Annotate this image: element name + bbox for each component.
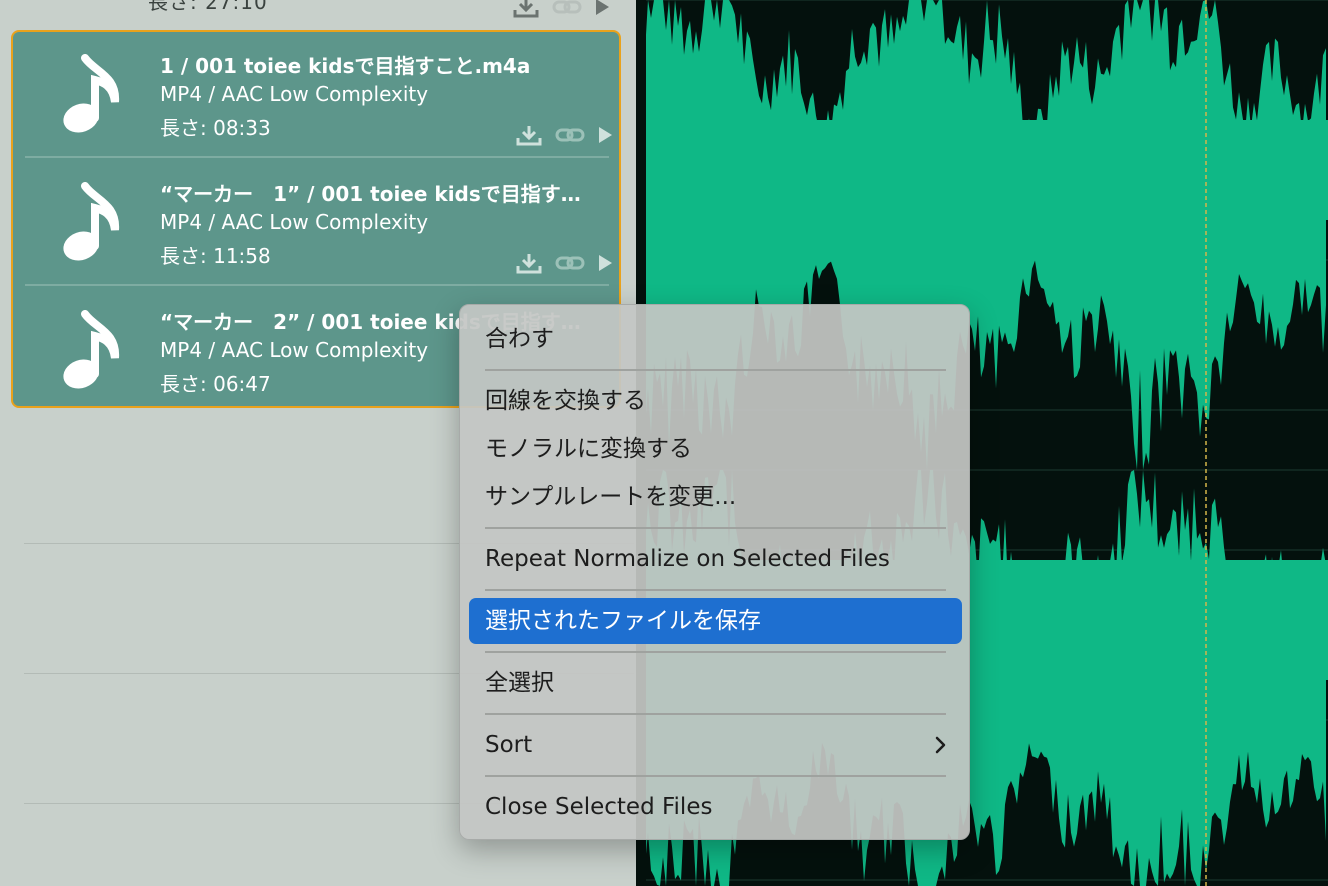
file-actions: [515, 124, 613, 146]
file-item[interactable]: 1 / 001 toiee kidsで目指すこと.m4a MP4 / AAC L…: [25, 32, 612, 158]
menu-item-merge[interactable]: 合わす: [469, 316, 962, 362]
play-icon[interactable]: [597, 126, 613, 144]
partial-row-actions: [512, 0, 610, 18]
waveform-body: [636, 120, 1328, 220]
chevron-right-icon: [935, 736, 946, 754]
file-actions: [515, 252, 613, 274]
menu-item-sort[interactable]: Sort: [469, 722, 962, 768]
partial-duration-text: 長さ: 27:10: [148, 0, 268, 14]
link-icon[interactable]: [555, 255, 585, 271]
link-icon[interactable]: [555, 127, 585, 143]
file-duration: 長さ: 06:47: [160, 372, 271, 396]
menu-item-convert-mono[interactable]: モノラルに変換する: [469, 426, 962, 472]
menu-separator: [485, 589, 946, 591]
music-note-icon: [63, 182, 120, 261]
file-item[interactable]: “マーカー 1” / 001 toiee kidsで目指すこと.m4a MP4 …: [25, 160, 612, 286]
menu-separator: [485, 369, 946, 371]
download-icon[interactable]: [512, 0, 540, 18]
menu-separator: [485, 651, 946, 653]
file-duration: 長さ: 08:33: [160, 116, 271, 140]
file-duration: 長さ: 11:58: [160, 244, 271, 268]
play-icon[interactable]: [597, 254, 613, 272]
link-icon[interactable]: [552, 0, 582, 15]
file-format: MP4 / AAC Low Complexity: [160, 338, 429, 362]
file-name: “マーカー 1” / 001 toiee kidsで目指すこと.m4a: [160, 182, 600, 206]
music-note-icon: [63, 54, 120, 133]
menu-item-change-sample-rate[interactable]: サンプルレートを変更...: [469, 474, 962, 520]
item-divider: [25, 156, 609, 158]
music-note-icon: [63, 310, 120, 389]
download-icon[interactable]: [515, 252, 543, 274]
context-menu: 合わす 回線を交換する モノラルに変換する サンプルレートを変更... Repe…: [459, 304, 970, 840]
menu-item-sort-label: Sort: [485, 732, 533, 758]
menu-item-close-selected[interactable]: Close Selected Files: [469, 784, 962, 830]
menu-separator: [485, 527, 946, 529]
item-divider: [25, 284, 609, 286]
file-format: MP4 / AAC Low Complexity: [160, 82, 429, 106]
menu-separator: [485, 713, 946, 715]
menu-item-repeat-normalize[interactable]: Repeat Normalize on Selected Files: [469, 536, 962, 582]
menu-separator: [485, 775, 946, 777]
file-format: MP4 / AAC Low Complexity: [160, 210, 429, 234]
menu-item-swap-channels[interactable]: 回線を交換する: [469, 378, 962, 424]
download-icon[interactable]: [515, 124, 543, 146]
menu-item-select-all[interactable]: 全選択: [469, 660, 962, 706]
menu-item-save-selected[interactable]: 選択されたファイルを保存: [469, 598, 962, 644]
file-name: 1 / 001 toiee kidsで目指すこと.m4a: [160, 54, 531, 78]
play-icon[interactable]: [594, 0, 610, 16]
